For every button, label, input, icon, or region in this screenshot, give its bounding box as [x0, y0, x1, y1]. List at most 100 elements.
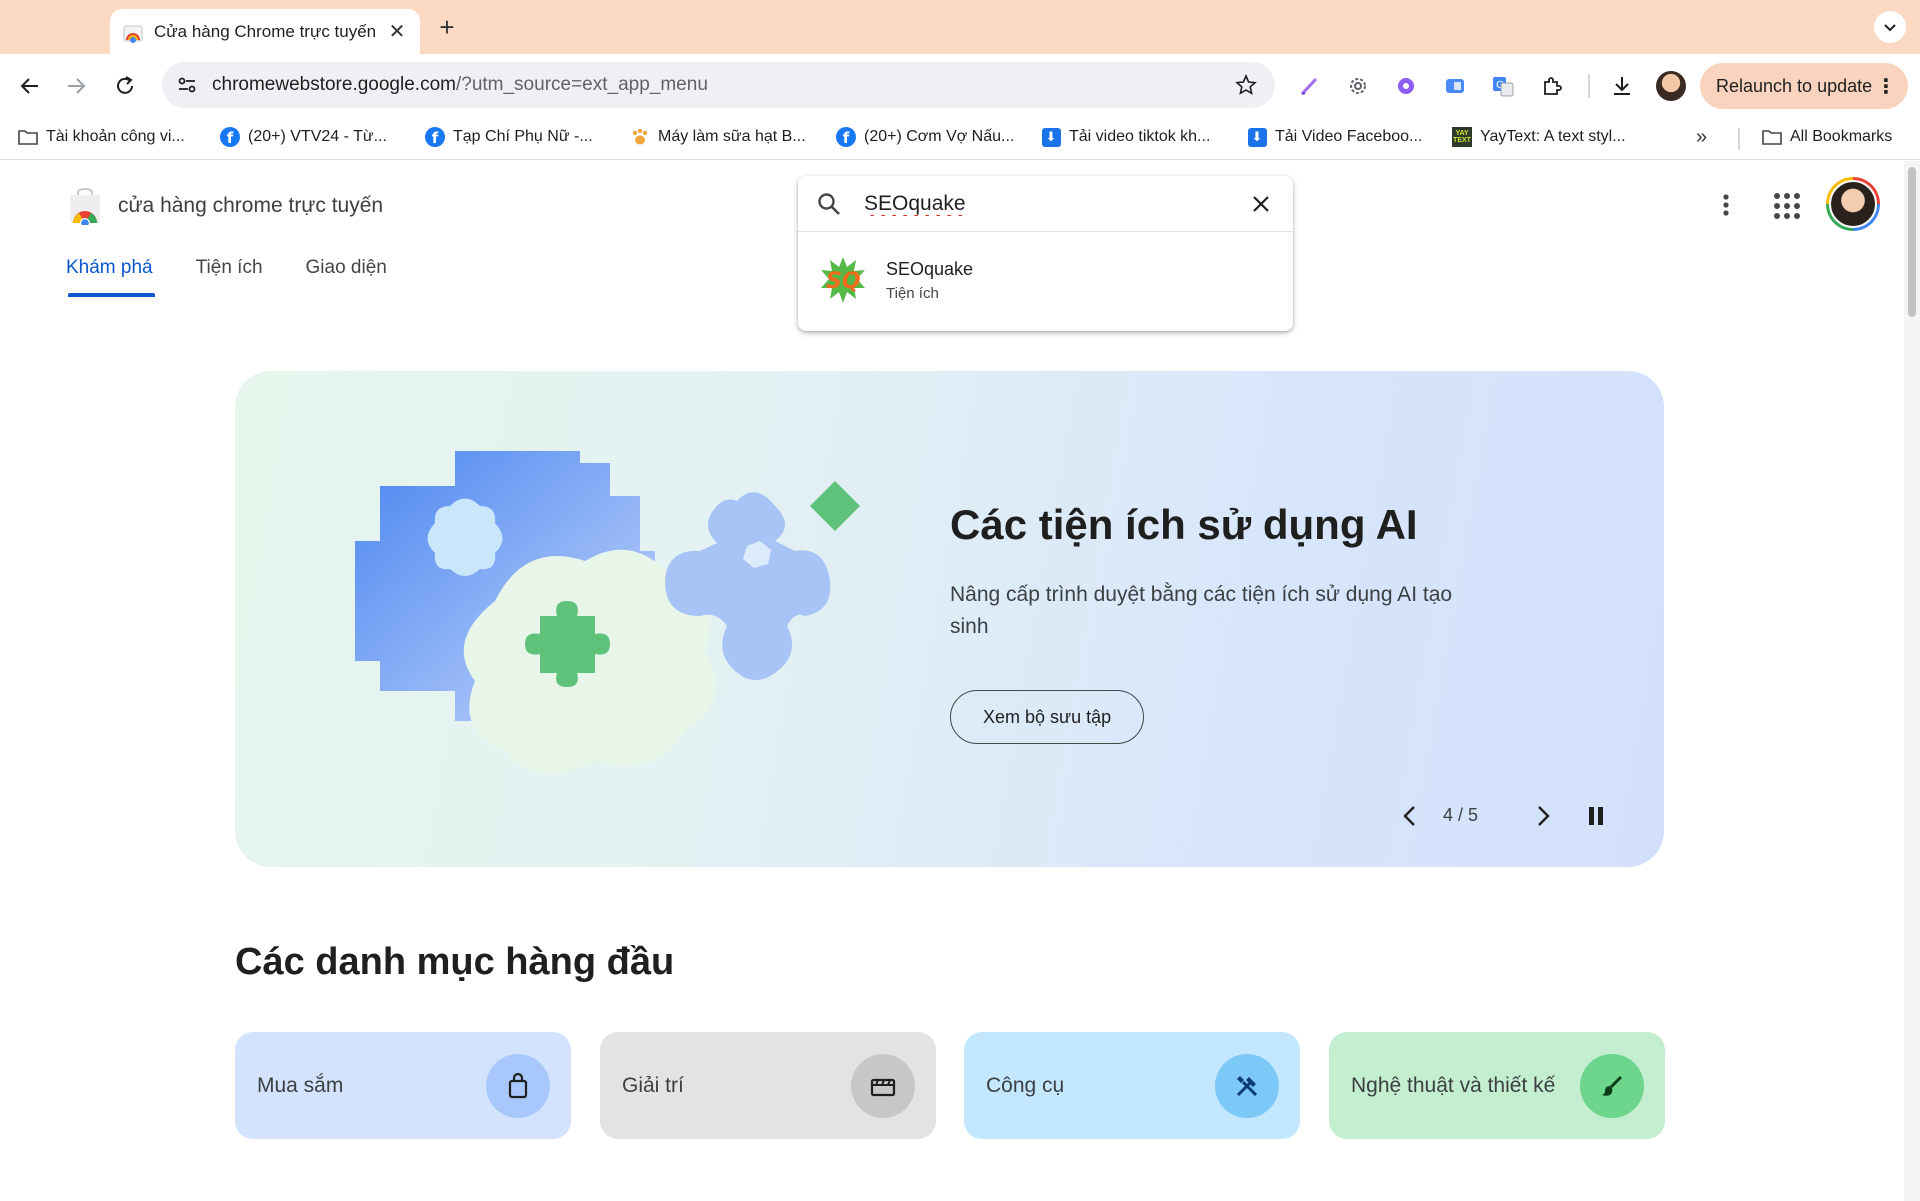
- profile-avatar-small[interactable]: [1656, 71, 1686, 101]
- search-bar: [798, 176, 1293, 232]
- bookmark-label: Máy làm sữa hạt B...: [658, 128, 806, 145]
- bookmarks-bar: Tài khoản công vi... f (20+) VTV24 - Từ.…: [0, 118, 1920, 160]
- carousel-next-button[interactable]: [1528, 801, 1558, 831]
- folder-icon: [18, 127, 38, 147]
- relaunch-label: Relaunch to update: [1716, 75, 1873, 96]
- download-icon: ⬇: [1247, 127, 1267, 147]
- back-button[interactable]: [14, 70, 46, 102]
- category-art-design[interactable]: Nghệ thuật và thiết kế: [1329, 1032, 1665, 1139]
- search-dropdown: SQ SEOquake Tiện ích: [798, 176, 1293, 331]
- bookmark-item[interactable]: ⬇ Tải Video Faceboo...: [1247, 127, 1422, 147]
- category-label: Công cụ: [986, 1073, 1065, 1097]
- gear-extension-icon[interactable]: [1344, 72, 1372, 100]
- bookmark-item[interactable]: f (20+) Cơm Vợ Nấu...: [836, 127, 1014, 147]
- extensions-puzzle-icon[interactable]: [1538, 72, 1566, 100]
- pen-extension-icon[interactable]: [1296, 72, 1324, 100]
- bookmark-item[interactable]: f Tạp Chí Phụ Nữ -...: [425, 127, 593, 147]
- tab-discover[interactable]: Khám phá: [66, 257, 155, 297]
- bookmark-item[interactable]: Máy làm sữa hạt B...: [630, 127, 806, 147]
- paw-icon: [630, 127, 650, 147]
- suggestion-name: SEOquake: [886, 258, 974, 279]
- scrollbar-thumb[interactable]: [1908, 167, 1916, 317]
- hero-description: Nâng cấp trình duyệt bằng các tiện ích s…: [950, 583, 1453, 638]
- avatar-image: [1829, 180, 1877, 228]
- download-icon: ⬇: [1041, 127, 1061, 147]
- chevron-down-icon: [1884, 24, 1896, 32]
- forward-button[interactable]: [60, 70, 92, 102]
- category-label: Giải trí: [622, 1073, 684, 1097]
- tab-themes[interactable]: Giao diện: [306, 257, 387, 297]
- download-icon[interactable]: [1608, 72, 1636, 100]
- chrome-web-store-logo-icon: [70, 188, 100, 225]
- bookmark-label: Tạp Chí Phụ Nữ -...: [453, 128, 593, 145]
- web-store-page: cửa hàng chrome trực tuyến Khám phá Tiện…: [0, 161, 1904, 1201]
- search-icon: [818, 192, 840, 215]
- folder-icon: [1762, 127, 1782, 147]
- reload-icon: [117, 76, 133, 94]
- carousel-pause-button[interactable]: [1581, 801, 1611, 831]
- svg-text:SQ: SQ: [826, 269, 861, 294]
- store-logo[interactable]: cửa hàng chrome trực tuyến: [66, 187, 383, 225]
- tab-search-button[interactable]: [1874, 11, 1906, 43]
- tab-extensions[interactable]: Tiện ích: [196, 257, 263, 297]
- paintbrush-icon: [1580, 1053, 1644, 1118]
- chevron-right-icon: [1538, 806, 1550, 826]
- tools-icon: [1215, 1053, 1279, 1118]
- bookmark-item[interactable]: Tài khoản công vi...: [18, 127, 185, 147]
- url-text: chromewebstore.google.com/?utm_source=ex…: [212, 74, 1231, 96]
- category-entertainment[interactable]: Giải trí: [600, 1032, 936, 1139]
- purple-gear-extension-icon[interactable]: [1392, 72, 1420, 100]
- address-bar[interactable]: chromewebstore.google.com/?utm_source=ex…: [162, 62, 1275, 108]
- bookmarks-divider: [1738, 128, 1740, 150]
- chrome-web-store-favicon: [123, 25, 143, 43]
- store-nav-tabs: Khám phá Tiện ích Giao diện: [66, 257, 430, 297]
- pause-icon: [1589, 807, 1603, 825]
- google-apps-icon[interactable]: [1772, 191, 1802, 221]
- search-suggestion[interactable]: SQ SEOquake Tiện ích: [798, 232, 1293, 328]
- store-logo-text: cửa hàng chrome trực tuyến: [118, 194, 384, 217]
- bookmark-label: Tải video tiktok kh...: [1069, 128, 1211, 145]
- carousel-counter: 4 / 5: [1443, 805, 1479, 825]
- arrow-right-icon: [68, 78, 86, 94]
- page-scrollbar[interactable]: [1904, 161, 1920, 1201]
- bookmark-item[interactable]: YAY TEXT YayText: A text styl...: [1452, 127, 1626, 147]
- more-vert-icon[interactable]: [1714, 187, 1738, 223]
- toolbar-divider: [1588, 74, 1590, 98]
- bookmark-item[interactable]: ⬇ Tải video tiktok kh...: [1041, 127, 1210, 147]
- clear-search-icon[interactable]: [1247, 190, 1275, 218]
- all-bookmarks-label: All Bookmarks: [1790, 128, 1893, 145]
- view-collection-button[interactable]: Xem bộ sưu tập: [950, 690, 1145, 744]
- arrow-left-icon: [20, 78, 38, 94]
- search-input[interactable]: [864, 191, 1247, 216]
- profile-avatar[interactable]: [1826, 177, 1880, 231]
- relaunch-to-update-button[interactable]: Relaunch to update ⋮: [1700, 63, 1908, 109]
- category-tools[interactable]: Công cụ: [964, 1032, 1300, 1139]
- new-tab-button[interactable]: +: [432, 12, 462, 42]
- translate-box-extension-icon[interactable]: [1441, 72, 1469, 100]
- chevron-double-right-icon[interactable]: »: [1696, 126, 1707, 149]
- all-bookmarks-button[interactable]: All Bookmarks: [1762, 127, 1892, 147]
- bookmark-item[interactable]: f (20+) VTV24 - Từ...: [220, 127, 387, 147]
- yaytext-icon: YAY TEXT: [1452, 127, 1472, 147]
- category-label: Nghệ thuật và thiết kế: [1351, 1073, 1556, 1097]
- google-translate-extension-icon[interactable]: G: [1489, 72, 1517, 100]
- clapperboard-icon: [851, 1053, 915, 1118]
- site-settings-icon[interactable]: [174, 72, 200, 98]
- hero-illustration: [355, 451, 860, 774]
- suggestion-type: Tiện ích: [886, 284, 939, 302]
- facebook-icon: f: [220, 127, 240, 147]
- carousel-prev-button[interactable]: [1395, 801, 1425, 831]
- facebook-icon: f: [836, 127, 856, 147]
- bookmark-label: (20+) Cơm Vợ Nấu...: [864, 128, 1015, 145]
- browser-tab[interactable]: Cửa hàng Chrome trực tuyến ✕: [110, 9, 420, 54]
- more-vert-icon: ⋮: [1876, 75, 1896, 98]
- chevron-left-icon: [1403, 806, 1415, 826]
- close-tab-icon[interactable]: ✕: [386, 19, 408, 44]
- reload-button[interactable]: [109, 70, 141, 102]
- hero-banner: Các tiện ích sử dụng AI Nâng cấp trình d…: [235, 371, 1664, 867]
- bookmark-label: Tải Video Faceboo...: [1275, 128, 1423, 145]
- bookmark-star-icon[interactable]: [1231, 70, 1261, 100]
- suggestion-text: SEOquake Tiện ích: [886, 259, 973, 302]
- category-shopping[interactable]: Mua sắm: [235, 1032, 571, 1139]
- tab-strip: Cửa hàng Chrome trực tuyến ✕ +: [0, 0, 1920, 54]
